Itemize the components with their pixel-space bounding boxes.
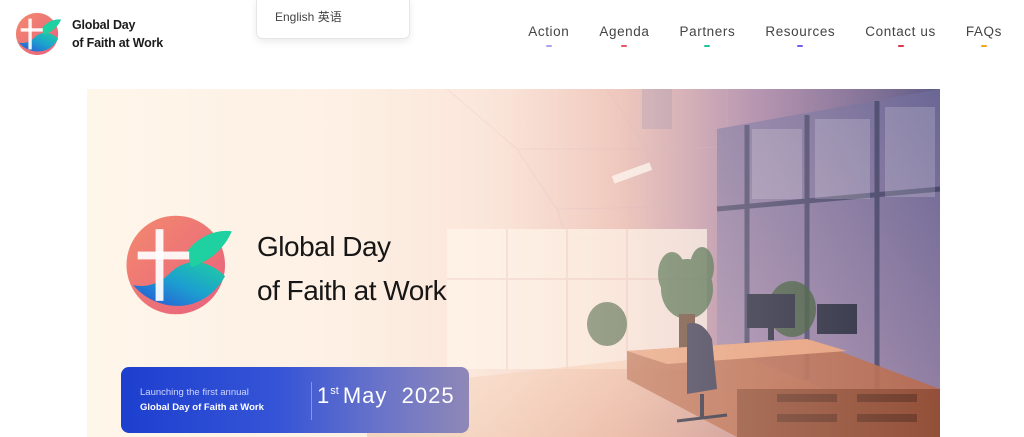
date-month: May [342, 383, 388, 408]
nav-underline-mark [980, 45, 987, 47]
nav-item-resources[interactable]: Resources [765, 24, 835, 47]
language-option-english[interactable]: English 英语 [275, 8, 342, 25]
launch-divider [311, 382, 312, 420]
nav-label: Action [528, 24, 570, 39]
hero-title-line1: Global Day [257, 231, 391, 262]
nav-item-partners[interactable]: Partners [680, 24, 736, 47]
nav-underline-mark [797, 45, 804, 47]
nav-item-faqs[interactable]: FAQs [966, 24, 1002, 47]
hero-title-line2: of Faith at Work [257, 275, 447, 306]
hero-faith-logo-icon [126, 215, 232, 315]
nav-underline-mark [621, 45, 628, 47]
nav-label: Contact us [865, 24, 936, 39]
nav-item-agenda[interactable]: Agenda [599, 24, 649, 47]
nav-item-contact-us[interactable]: Contact us [865, 24, 936, 47]
site-name-line1: Global Day [72, 18, 136, 32]
nav-label: FAQs [965, 24, 1002, 39]
nav-label: Partners [679, 24, 736, 39]
date-year: 2025 [401, 383, 455, 408]
site-header: Global Day of Faith at Work English 英语 A… [0, 0, 1024, 80]
nav-item-action[interactable]: Action [528, 24, 569, 47]
main-nav: Action Agenda Partners Resources Contact… [498, 24, 1002, 47]
nav-label: Agenda [599, 24, 650, 39]
launch-date: 1st May 2025 [317, 383, 455, 409]
nav-underline-mark [897, 45, 904, 47]
hero-banner: Global Day of Faith at Work Launching th… [87, 89, 940, 437]
nav-label: Resources [765, 24, 836, 39]
launch-subtitle: Launching the first annual [140, 387, 249, 398]
nav-underline-mark [704, 45, 711, 47]
nav-underline-mark [545, 45, 552, 47]
date-day: 1 [317, 383, 331, 408]
launch-event-name: Global Day of Faith at Work [140, 402, 264, 413]
faith-logo-icon [15, 12, 62, 56]
date-suffix: st [330, 385, 339, 397]
site-logo[interactable]: Global Day of Faith at Work [14, 10, 163, 58]
language-dropdown[interactable]: English 英语 [256, 0, 410, 39]
hero-title: Global Day of Faith at Work [257, 225, 447, 313]
launch-announcement-box: Launching the first annual Global Day of… [121, 367, 469, 433]
site-name: Global Day of Faith at Work [72, 16, 163, 52]
site-name-line2: of Faith at Work [72, 36, 164, 50]
